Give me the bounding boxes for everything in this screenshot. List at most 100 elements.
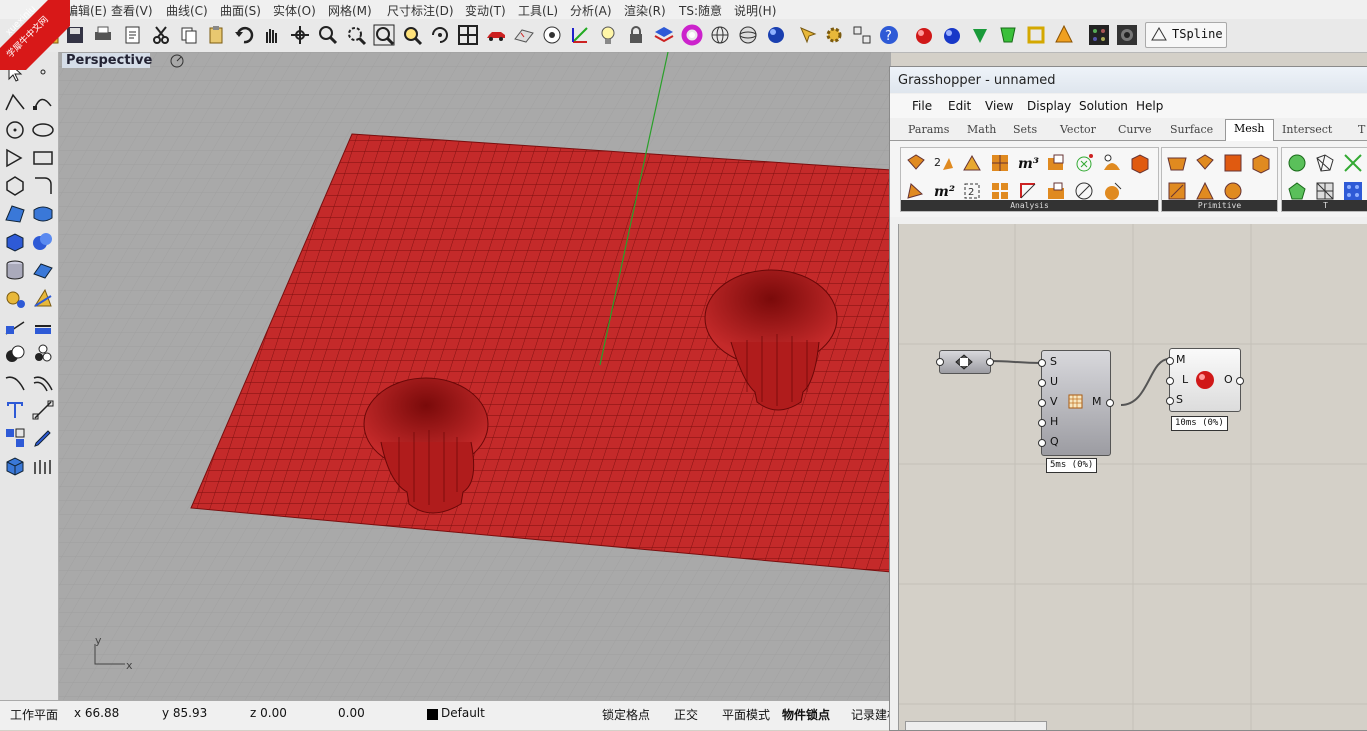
paste-icon[interactable] — [205, 24, 227, 46]
mesh-deconstruct-icon[interactable] — [905, 152, 927, 174]
mesh-port-v[interactable] — [1038, 399, 1046, 407]
mesh-brep-icon[interactable] — [1194, 152, 1216, 174]
viewport-title[interactable]: Perspective — [62, 53, 152, 68]
fillet-icon[interactable] — [31, 174, 55, 198]
surface-loft-icon[interactable] — [31, 202, 55, 226]
rectangle-icon[interactable] — [31, 146, 55, 170]
mesh-sphere-cut-icon[interactable] — [1101, 180, 1123, 202]
zoom-selected-icon[interactable] — [401, 24, 423, 46]
gh-tab-surface[interactable]: Surface — [1170, 123, 1213, 136]
dimension-icon[interactable] — [31, 398, 55, 422]
edit-pencil-icon[interactable] — [31, 426, 55, 450]
mesh-split-icon[interactable] — [1045, 180, 1067, 202]
print-icon[interactable] — [92, 24, 114, 46]
delaunay-icon[interactable] — [1286, 152, 1308, 174]
boolean-icon[interactable] — [3, 342, 27, 366]
mesh-sphere-icon[interactable] — [1222, 180, 1244, 202]
color-wheel-icon[interactable] — [681, 24, 703, 46]
menu-transform[interactable]: 变动(T) — [465, 2, 506, 19]
rotate-view-icon[interactable] — [429, 24, 451, 46]
mesh-triangle-icon[interactable] — [1194, 180, 1216, 202]
menu-solid[interactable]: 实体(O) — [273, 2, 316, 19]
gh-title-bar[interactable]: Grasshopper - unnamed — [890, 67, 1367, 93]
polyline-icon[interactable] — [3, 90, 27, 114]
polygon-icon[interactable] — [3, 174, 27, 198]
preview-port-s[interactable] — [1166, 397, 1174, 405]
preview-port-m[interactable] — [1166, 357, 1174, 365]
gh-tab-vector[interactable]: Vector — [1060, 123, 1096, 136]
ghosted-sphere-icon[interactable] — [737, 24, 759, 46]
menu-render[interactable]: 渲染(R) — [624, 2, 666, 19]
wireframe-sphere-icon[interactable] — [709, 24, 731, 46]
menu-analyze[interactable]: 分析(A) — [570, 2, 612, 19]
mesh-ray-icon[interactable] — [1101, 152, 1123, 174]
mesh-edge-icon[interactable] — [1017, 180, 1039, 202]
menu-dimension[interactable]: 尺寸标注(D) — [387, 2, 454, 19]
gumball-icon[interactable] — [569, 24, 591, 46]
menu-curve[interactable]: 曲线(C) — [166, 2, 208, 19]
move-view-icon[interactable] — [289, 24, 311, 46]
face-normals-icon[interactable] — [989, 180, 1011, 202]
gh-tab-math[interactable]: Math — [967, 123, 996, 136]
zoom-extents-icon[interactable] — [373, 24, 395, 46]
gh-tab-mesh[interactable]: Mesh — [1225, 119, 1274, 142]
help-icon[interactable]: ? — [878, 24, 900, 46]
box-icon[interactable] — [3, 230, 27, 254]
mesh-box-primitive-icon[interactable] — [1222, 152, 1244, 174]
quad-remesh-icon[interactable] — [1314, 180, 1336, 202]
gh-menu-solution[interactable]: Solution — [1079, 99, 1128, 113]
mesh-closest-point-icon[interactable] — [961, 152, 983, 174]
mesh-port-s[interactable] — [1038, 359, 1046, 367]
mesh-cube-icon[interactable] — [1250, 152, 1272, 174]
gh-tab-intersect[interactable]: Intersect — [1282, 123, 1332, 136]
gh-tab-sets[interactable]: Sets — [1013, 123, 1037, 136]
extend-curve-icon[interactable] — [3, 370, 27, 394]
zoom-icon[interactable] — [317, 24, 339, 46]
preview-port-o-out[interactable] — [1236, 377, 1244, 385]
mesh-normal-icon[interactable] — [905, 180, 927, 202]
gh-menu-edit[interactable]: Edit — [948, 99, 971, 113]
array-icon[interactable] — [31, 454, 55, 478]
menu-tools[interactable]: 工具(L) — [518, 2, 558, 19]
curve-cv-icon[interactable] — [31, 90, 55, 114]
status-osnap[interactable]: 物件锁点 — [782, 706, 830, 723]
face-boundary-icon[interactable]: 2 — [961, 180, 983, 202]
tspline-button[interactable]: TSpline — [1145, 22, 1227, 48]
status-ortho[interactable]: 正交 — [674, 706, 698, 723]
gh-canvas[interactable]: S U V H Q M 5ms (0%) M L S O 10ms (0%) — [898, 224, 1367, 730]
split-icon[interactable] — [31, 314, 55, 338]
surface-param-output-port[interactable] — [986, 358, 994, 366]
mesh-inclusion-icon[interactable] — [1045, 152, 1067, 174]
mesh-port-u[interactable] — [1038, 379, 1046, 387]
mesh-port-m-out[interactable] — [1106, 399, 1114, 407]
gh-tab-more[interactable]: T — [1358, 123, 1365, 136]
gh-custom-preview-node[interactable]: M L S O — [1166, 348, 1244, 412]
layer-icon[interactable] — [653, 24, 675, 46]
ellipse-icon[interactable] — [31, 118, 55, 142]
text-icon[interactable] — [3, 398, 27, 422]
car-icon[interactable] — [485, 24, 507, 46]
material-red-icon[interactable] — [913, 24, 935, 46]
explode-icon[interactable] — [31, 342, 55, 366]
mesh-box-icon[interactable] — [1129, 152, 1151, 174]
gh-tab-curve[interactable]: Curve — [1118, 123, 1151, 136]
mesh-explode-icon[interactable] — [989, 152, 1011, 174]
status-layer[interactable]: Default — [441, 706, 485, 720]
cylinder-icon[interactable] — [3, 258, 27, 282]
menu-help[interactable]: 说明(H) — [734, 2, 776, 19]
sphere-union-icon[interactable] — [31, 230, 55, 254]
mesh-plane-icon[interactable] — [31, 258, 55, 282]
solid-box-icon[interactable] — [3, 454, 27, 478]
mesh-section-icon[interactable] — [1073, 180, 1095, 202]
named-view-icon[interactable] — [541, 24, 563, 46]
proximity-icon[interactable] — [1342, 152, 1364, 174]
status-planar[interactable]: 平面模式 — [722, 706, 770, 723]
pan-icon[interactable] — [260, 24, 282, 46]
green-cup-icon[interactable] — [997, 24, 1019, 46]
cone-icon[interactable] — [1053, 24, 1075, 46]
group-icon[interactable] — [3, 426, 27, 450]
gh-menu-view[interactable]: View — [985, 99, 1013, 113]
circle-icon[interactable] — [3, 118, 27, 142]
mesh-plane-primitive-icon[interactable] — [1166, 152, 1188, 174]
menu-surface[interactable]: 曲面(S) — [220, 2, 261, 19]
